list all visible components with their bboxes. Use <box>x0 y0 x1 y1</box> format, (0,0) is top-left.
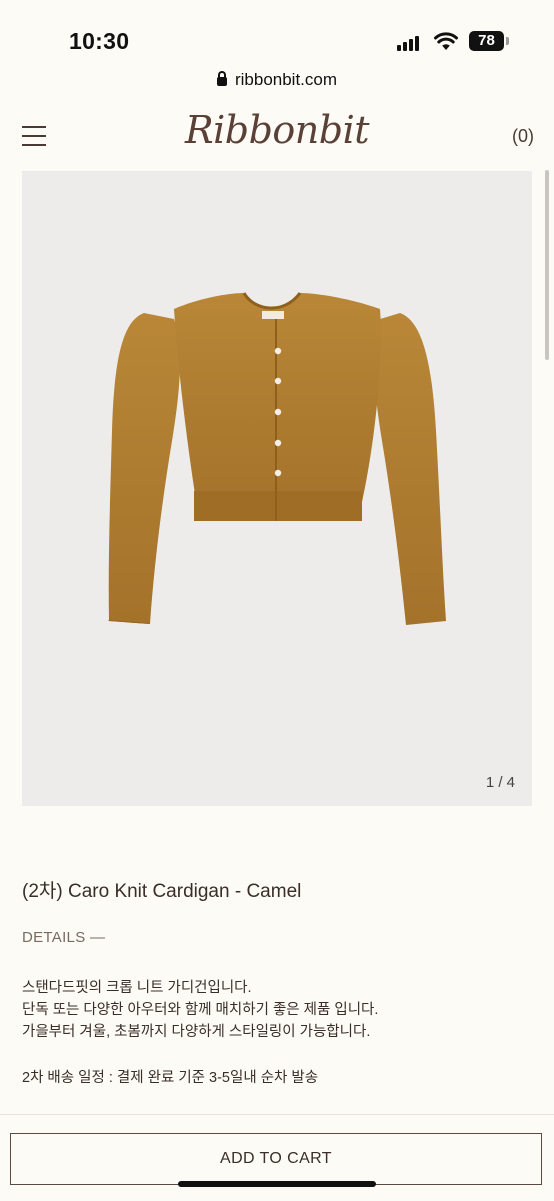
page-scrollbar[interactable] <box>545 170 549 360</box>
bottom-action-bar: ADD TO CART <box>0 1114 554 1201</box>
address-bar[interactable]: ribbonbit.com <box>0 70 554 98</box>
description-line: 가을부터 겨울, 초봄까지 다양하게 스타일링이 가능합니다. <box>22 1024 371 1040</box>
battery-cap <box>506 37 509 45</box>
home-indicator[interactable] <box>178 1181 376 1187</box>
url-text: ribbonbit.com <box>234 70 338 89</box>
cellular-signal-icon <box>397 35 423 51</box>
site-header: Ribbonbit (0) <box>0 104 554 166</box>
description-line: 단독 또는 다양한 아우터와 함께 매치하기 좋은 제품 입니다. <box>22 1002 379 1018</box>
gallery-counter: 1 / 4 <box>485 774 515 791</box>
battery-icon: 78 <box>469 31 504 51</box>
wifi-icon <box>434 32 458 50</box>
description-line: 스탠다드핏의 크롭 니트 가디건입니다. <box>22 980 252 996</box>
add-to-cart-button[interactable]: ADD TO CART <box>10 1133 542 1185</box>
cart-count[interactable]: (0) <box>512 126 534 147</box>
status-time: 10:30 <box>69 28 130 54</box>
product-image <box>108 292 446 625</box>
details-toggle[interactable]: DETAILS — <box>22 929 105 946</box>
status-bar: 10:30 78 <box>0 0 554 70</box>
product-image-gallery[interactable]: 1 / 4 <box>22 171 532 806</box>
shipping-info: 2차 배송 일정 : 결제 완료 기준 3-5일내 순차 발송 <box>22 1070 319 1086</box>
product-title: (2차) Caro Knit Cardigan - Camel <box>22 881 302 902</box>
lock-icon <box>216 71 227 86</box>
logo[interactable]: Ribbonbit <box>0 108 554 152</box>
